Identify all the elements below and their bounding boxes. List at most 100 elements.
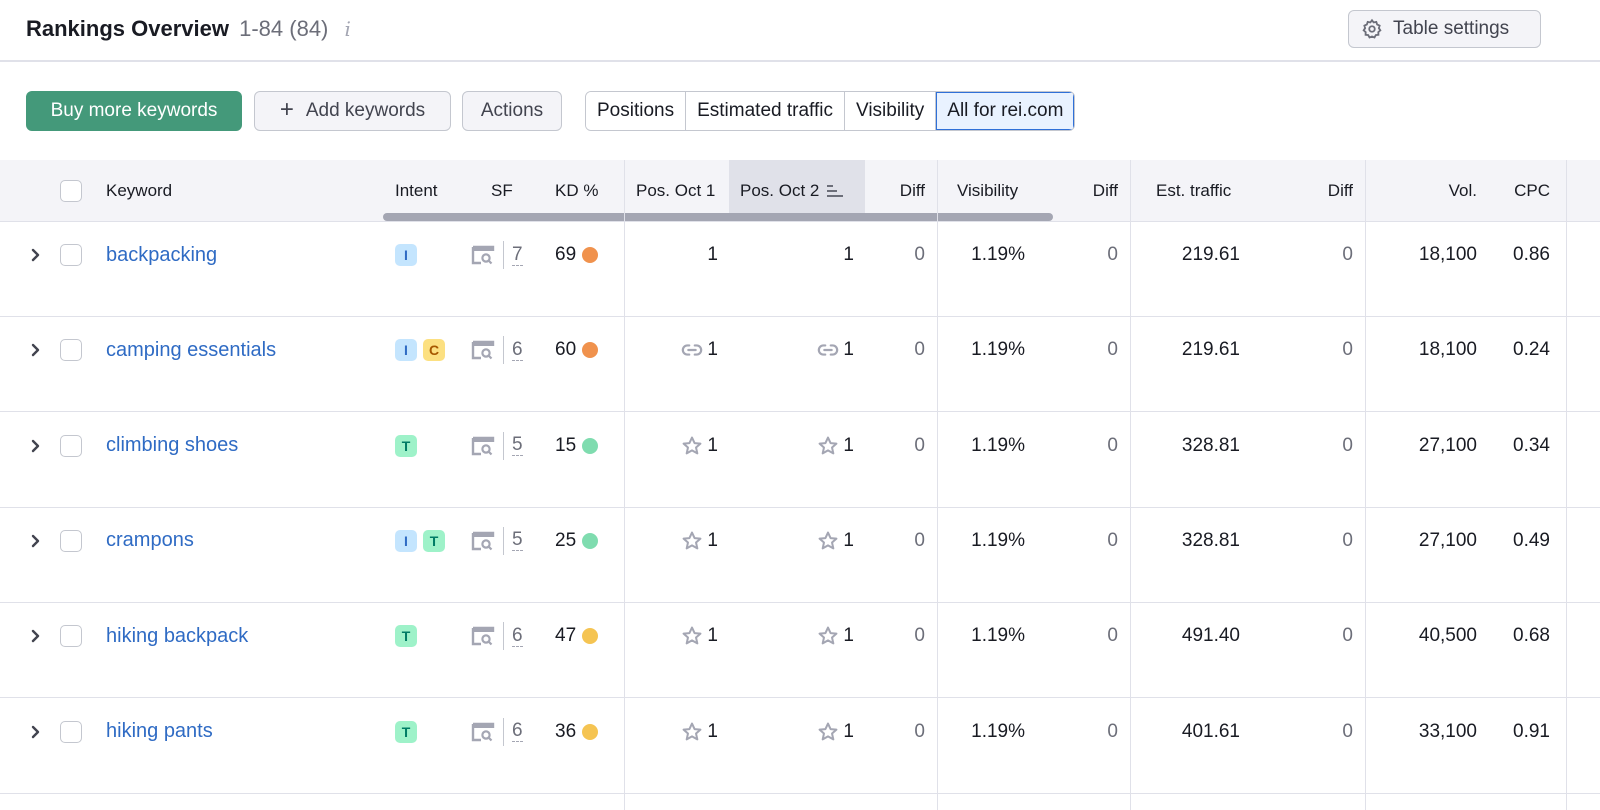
separator	[503, 431, 504, 460]
traffic-diff-value: 0	[1342, 529, 1353, 551]
select-all-checkbox[interactable]	[60, 180, 82, 202]
keyword-link[interactable]: climbing shoes	[106, 434, 238, 457]
visibility-diff-value: 0	[1107, 339, 1118, 361]
volume-value: 27,100	[1418, 529, 1477, 551]
intent-badge[interactable]: I	[395, 244, 417, 266]
serp-features-count[interactable]: 6	[512, 339, 523, 361]
row-checkbox[interactable]	[60, 434, 82, 457]
keyword-link[interactable]: camping essentials	[106, 339, 276, 362]
col-est-traffic[interactable]: Est. traffic	[1156, 160, 1231, 222]
row-checkbox[interactable]	[60, 720, 82, 743]
traffic-diff-value: 0	[1342, 720, 1353, 742]
intent-badge[interactable]: C	[423, 339, 445, 362]
pos-oct-2-cell: 1	[729, 413, 854, 479]
pos-oct-2-value: 1	[843, 339, 854, 361]
serp-features: 5	[471, 508, 523, 574]
visibility-value: 1.19%	[971, 339, 1025, 361]
pos-oct-1-cell: 1	[624, 508, 718, 574]
kd-cell: 25	[555, 508, 599, 574]
add-keywords-button[interactable]: + Add keywords	[254, 91, 451, 131]
expand-row-button[interactable]	[30, 413, 46, 479]
serp-features-icon[interactable]	[471, 340, 495, 360]
col-keyword[interactable]: Keyword	[106, 160, 172, 222]
plus-icon: +	[279, 95, 294, 123]
intent-badges: T	[395, 603, 417, 669]
pos-oct-1-cell: 1	[624, 699, 718, 765]
expand-row-button[interactable]	[30, 699, 46, 765]
cpc-value: 0.86	[1513, 244, 1550, 265]
serp-features-icon[interactable]	[471, 436, 495, 456]
keyword-link[interactable]: backpacking	[106, 244, 217, 267]
horizontal-scrollbar[interactable]	[383, 213, 1053, 221]
intent-badge[interactable]: T	[395, 625, 417, 648]
kd-value: 69	[555, 244, 577, 265]
tab-positions[interactable]: Positions	[586, 92, 687, 130]
chevron-right-icon	[31, 629, 40, 643]
cpc-value: 0.68	[1513, 625, 1550, 647]
separator	[503, 717, 504, 746]
serp-features-icon[interactable]	[471, 626, 495, 646]
kd-value: 25	[555, 529, 577, 551]
row-checkbox[interactable]	[60, 339, 82, 362]
intent-badge[interactable]: T	[423, 529, 445, 552]
intent-badges: T	[395, 413, 417, 479]
serp-features-count[interactable]: 6	[512, 625, 523, 647]
row-checkbox[interactable]	[60, 625, 82, 648]
serp-features-count[interactable]: 5	[512, 435, 523, 457]
serp-features-icon[interactable]	[471, 531, 495, 551]
row-checkbox-cell	[60, 317, 82, 383]
row-checkbox[interactable]	[60, 244, 82, 266]
keyword-link[interactable]: hiking backpack	[106, 625, 248, 648]
keyword-link[interactable]: hiking pants	[106, 720, 213, 743]
intent-badge[interactable]: I	[395, 339, 417, 362]
pos-oct-1-cell: 1	[624, 222, 718, 288]
row-checkbox-cell	[60, 699, 82, 765]
col-cpc[interactable]: CPC	[1490, 160, 1550, 222]
serp-features-count[interactable]: 5	[512, 530, 523, 552]
sort-icon	[827, 185, 844, 197]
actions-button[interactable]: Actions	[462, 91, 562, 131]
kd-cell: 36	[555, 699, 599, 765]
serp-features-count[interactable]: 6	[512, 721, 523, 742]
add-keywords-label: Add keywords	[305, 100, 426, 121]
visibility-diff-value: 0	[1107, 625, 1118, 647]
kd-difficulty-dot	[582, 628, 599, 645]
buy-more-keywords-button[interactable]: Buy more keywords	[26, 91, 242, 131]
tab-all-for-domain[interactable]: All for rei.com	[936, 92, 1075, 130]
expand-row-button[interactable]	[30, 222, 46, 288]
intent-badges: I	[395, 222, 417, 288]
info-icon[interactable]: i	[345, 17, 351, 41]
intent-badge[interactable]: T	[395, 434, 417, 457]
row-checkbox-cell	[60, 413, 82, 479]
col-volume[interactable]: Vol.	[1380, 160, 1477, 222]
volume-value: 33,100	[1418, 720, 1477, 742]
serp-features-icon[interactable]	[471, 245, 495, 265]
table-settings-button[interactable]: Table settings	[1348, 10, 1541, 48]
serp-features-icon[interactable]	[471, 722, 495, 742]
star-icon	[817, 625, 839, 647]
expand-row-button[interactable]	[30, 603, 46, 669]
row-checkbox-cell	[60, 222, 82, 288]
pos-oct-1-cell: 1	[624, 603, 718, 669]
keyword-link[interactable]: crampons	[106, 529, 194, 552]
row-checkbox[interactable]	[60, 529, 82, 552]
kd-cell: 47	[555, 603, 599, 669]
kd-value: 36	[555, 720, 577, 742]
row-checkbox-cell	[60, 603, 82, 669]
serp-features: 6	[471, 699, 523, 765]
pos-oct-2-value: 1	[843, 434, 854, 456]
serp-features-count[interactable]: 7	[512, 244, 523, 266]
pos-oct-1-cell: 1	[624, 317, 718, 383]
tab-estimated-traffic[interactable]: Estimated traffic	[686, 92, 845, 130]
intent-badge[interactable]: I	[395, 529, 417, 552]
col-traffic-diff[interactable]: Diff	[1280, 160, 1353, 222]
intent-badge[interactable]: T	[395, 720, 417, 743]
expand-row-button[interactable]	[30, 508, 46, 574]
expand-row-button[interactable]	[30, 317, 46, 383]
chevron-right-icon	[31, 248, 40, 262]
pos-oct-2-value: 1	[843, 720, 854, 742]
cpc-value: 0.24	[1513, 339, 1550, 361]
select-all-cell	[60, 160, 84, 222]
tab-visibility[interactable]: Visibility	[844, 92, 937, 130]
col-visibility-diff[interactable]: Diff	[1060, 160, 1118, 222]
